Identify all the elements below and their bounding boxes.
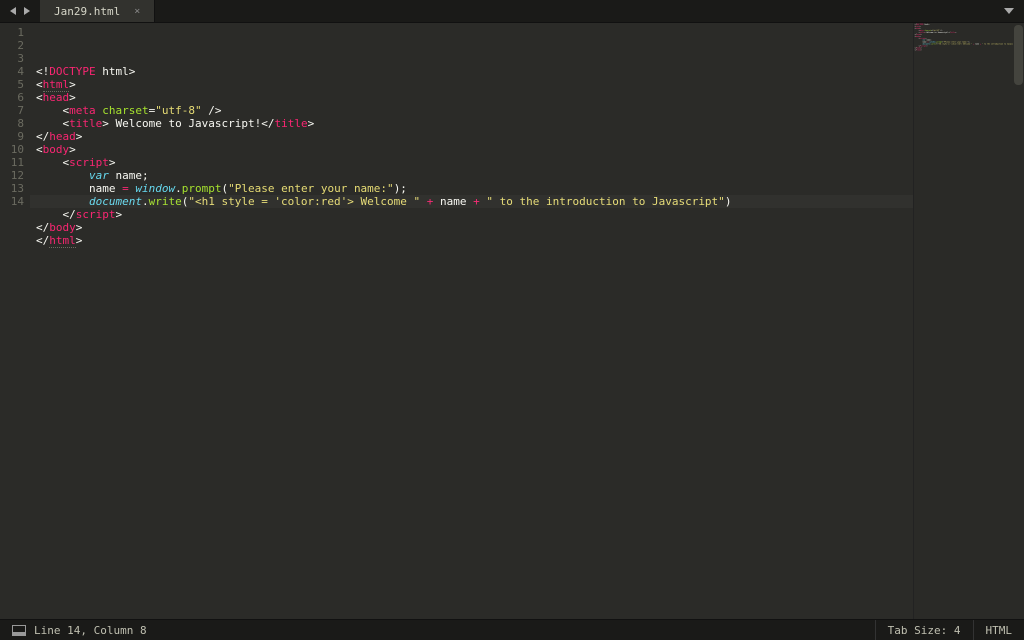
code-line[interactable]: <title> Welcome to Javascript!</title> — [36, 117, 913, 130]
code-view[interactable]: <!DOCTYPE html><html><head> <meta charse… — [30, 23, 913, 619]
line-number: 6 — [0, 91, 24, 104]
code-line[interactable]: <script> — [36, 156, 913, 169]
panel-icon — [12, 625, 26, 636]
scrollbar-thumb[interactable] — [1014, 25, 1023, 85]
line-number: 13 — [0, 182, 24, 195]
status-tabsize-label: Tab Size: 4 — [888, 624, 961, 637]
nav-back-icon[interactable] — [10, 7, 16, 15]
line-number: 11 — [0, 156, 24, 169]
line-number: 5 — [0, 78, 24, 91]
tabbar-spacer — [155, 0, 994, 22]
tab-bar: Jan29.html × — [0, 0, 1024, 23]
code-line[interactable]: <html> — [36, 78, 913, 91]
line-number: 8 — [0, 117, 24, 130]
line-number: 4 — [0, 65, 24, 78]
line-number: 10 — [0, 143, 24, 156]
tab-title: Jan29.html — [54, 5, 120, 18]
tab-nav — [0, 0, 40, 22]
code-line[interactable]: document.write("<h1 style = 'color:red'>… — [915, 43, 1020, 45]
nav-forward-icon[interactable] — [24, 7, 30, 15]
status-syntax[interactable]: HTML — [974, 620, 1024, 640]
status-bar: Line 14, Column 8 Tab Size: 4 HTML — [0, 619, 1024, 640]
line-number: 7 — [0, 104, 24, 117]
status-syntax-label: HTML — [986, 624, 1013, 637]
code-line[interactable]: var name; — [36, 169, 913, 182]
chevron-down-icon — [1004, 8, 1014, 14]
editor-app: Jan29.html × 1234567891011121314 <!DOCTY… — [0, 0, 1024, 640]
tab-active[interactable]: Jan29.html × — [40, 0, 155, 22]
code-line[interactable]: </html> — [915, 49, 1020, 51]
line-number: 14 — [0, 195, 24, 208]
code-line[interactable]: </html> — [36, 234, 913, 247]
line-number: 12 — [0, 169, 24, 182]
code-line[interactable]: <meta charset="utf-8" /> — [36, 104, 913, 117]
line-number: 2 — [0, 39, 24, 52]
minimap[interactable]: <!DOCTYPE html><html><head> <meta charse… — [913, 23, 1024, 619]
code-line[interactable]: <head> — [36, 91, 913, 104]
minimap-content: <!DOCTYPE html><html><head> <meta charse… — [914, 23, 1020, 52]
code-line[interactable]: document.write("<h1 style = 'color:red'>… — [36, 195, 913, 208]
tab-overflow-button[interactable] — [994, 0, 1024, 22]
line-number: 1 — [0, 26, 24, 39]
line-number: 9 — [0, 130, 24, 143]
code-line[interactable]: <!DOCTYPE html> — [36, 65, 913, 78]
status-tabsize[interactable]: Tab Size: 4 — [876, 620, 973, 640]
vertical-scrollbar[interactable] — [1013, 23, 1024, 619]
editor-area[interactable]: 1234567891011121314 <!DOCTYPE html><html… — [0, 23, 1024, 619]
code-line[interactable]: name = window.prompt("Please enter your … — [36, 182, 913, 195]
panel-toggle[interactable]: Line 14, Column 8 — [0, 620, 159, 640]
line-number: 3 — [0, 52, 24, 65]
code-line[interactable]: </head> — [36, 130, 913, 143]
code-line[interactable]: <body> — [36, 143, 913, 156]
close-icon[interactable]: × — [134, 6, 140, 17]
status-cursor: Line 14, Column 8 — [34, 624, 147, 637]
line-gutter: 1234567891011121314 — [0, 23, 30, 619]
code-line[interactable]: </script> — [36, 208, 913, 221]
code-line[interactable]: </body> — [36, 221, 913, 234]
